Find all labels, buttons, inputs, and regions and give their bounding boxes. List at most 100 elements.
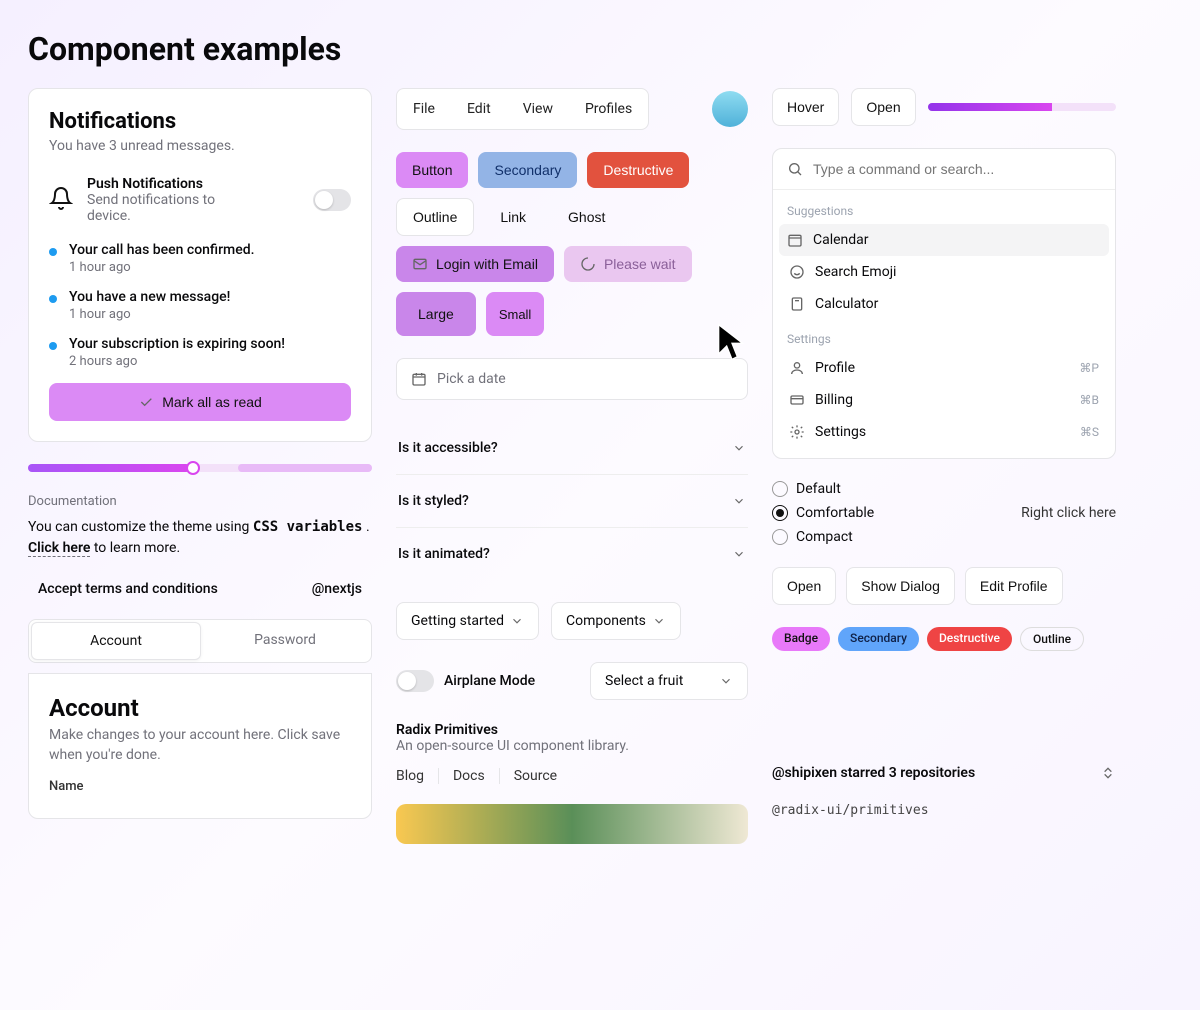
chevron-down-icon <box>732 494 746 508</box>
notification-time: 2 hours ago <box>69 354 285 369</box>
unread-dot-icon <box>49 248 57 256</box>
components-dropdown[interactable]: Components <box>551 602 681 640</box>
photo-placeholder <box>396 804 748 844</box>
button-ghost[interactable]: Ghost <box>552 198 621 236</box>
command-palette: Suggestions Calendar Search Emoji Calcul… <box>772 148 1116 459</box>
cmd-calculator[interactable]: Calculator <box>787 288 1101 320</box>
push-title: Push Notifications <box>87 176 247 192</box>
right-click-area[interactable]: Right click here <box>1021 505 1116 521</box>
account-tabs: Account Password <box>28 619 372 663</box>
chevron-down-icon <box>510 614 524 628</box>
login-mail-label: Login with Email <box>436 256 538 272</box>
radio-compact[interactable]: Compact <box>772 529 874 545</box>
open-action-button[interactable]: Open <box>772 567 836 605</box>
doc-text: You can customize the theme using <box>28 519 253 535</box>
mark-all-label: Mark all as read <box>162 394 262 410</box>
accordion-label: Is it styled? <box>398 493 469 509</box>
doc-code: CSS variables <box>253 519 363 535</box>
open-button[interactable]: Open <box>851 88 915 126</box>
doc-click-link[interactable]: Click here <box>28 540 90 557</box>
accordion-item-styled[interactable]: Is it styled? <box>396 475 748 528</box>
shortcut-label: ⌘S <box>1080 425 1099 439</box>
notification-item: Your subscription is expiring soon!2 hou… <box>49 336 351 369</box>
radix-docs-link[interactable]: Docs <box>453 768 500 784</box>
button-large[interactable]: Large <box>396 292 476 336</box>
button-destructive[interactable]: Destructive <box>587 152 689 188</box>
shortcut-label: ⌘B <box>1080 393 1099 407</box>
progress-bar <box>928 103 1116 111</box>
login-with-email-button[interactable]: Login with Email <box>396 246 554 282</box>
cmd-label: Billing <box>815 392 853 408</box>
getting-started-dropdown[interactable]: Getting started <box>396 602 539 640</box>
please-wait-button[interactable]: Please wait <box>564 246 692 282</box>
chevron-down-icon <box>732 441 746 455</box>
button-small[interactable]: Small <box>486 292 545 336</box>
notification-item: You have a new message!1 hour ago <box>49 289 351 322</box>
airplane-label: Airplane Mode <box>444 673 535 689</box>
radix-blog-link[interactable]: Blog <box>396 768 439 784</box>
cmd-profile[interactable]: Profile ⌘P <box>787 352 1101 384</box>
settings-heading: Settings <box>787 326 1101 352</box>
notification-text: Your call has been confirmed. <box>69 242 255 258</box>
doc-text: to learn more. <box>90 540 180 556</box>
push-toggle[interactable] <box>313 189 351 211</box>
cmd-calendar[interactable]: Calendar <box>779 224 1109 256</box>
button-secondary[interactable]: Secondary <box>478 152 577 188</box>
cmd-settings[interactable]: Settings ⌘S <box>787 416 1101 448</box>
hover-button[interactable]: Hover <box>772 88 839 126</box>
menu-profiles[interactable]: Profiles <box>573 93 644 125</box>
cmd-search-emoji[interactable]: Search Emoji <box>787 256 1101 288</box>
button-primary[interactable]: Button <box>396 152 468 188</box>
avatar[interactable] <box>712 91 748 127</box>
notification-text: You have a new message! <box>69 289 230 305</box>
accordion-label: Is it accessible? <box>398 440 498 456</box>
button-link[interactable]: Link <box>484 198 542 236</box>
doc-heading: Documentation <box>28 494 372 509</box>
notification-time: 1 hour ago <box>69 260 255 275</box>
user-handle[interactable]: @nextjs <box>312 581 362 597</box>
radix-title: Radix Primitives <box>396 722 748 738</box>
mark-all-read-button[interactable]: Mark all as read <box>49 383 351 421</box>
bell-icon <box>49 186 73 214</box>
chevron-down-icon <box>732 547 746 561</box>
accordion-item-accessible[interactable]: Is it accessible? <box>396 422 748 475</box>
tab-account[interactable]: Account <box>31 622 201 660</box>
radio-default[interactable]: Default <box>772 481 874 497</box>
command-input[interactable] <box>813 161 1101 177</box>
cmd-label: Settings <box>815 424 866 440</box>
dd-label: Components <box>566 613 646 629</box>
doc-text: . <box>362 519 369 535</box>
menu-view[interactable]: View <box>511 93 565 125</box>
unread-dot-icon <box>49 342 57 350</box>
chevron-down-icon <box>652 614 666 628</box>
airplane-toggle[interactable] <box>396 670 434 692</box>
edit-profile-button[interactable]: Edit Profile <box>965 567 1063 605</box>
search-icon <box>787 161 803 177</box>
notifications-subtitle: You have 3 unread messages. <box>49 138 351 154</box>
calendar-icon <box>411 371 427 387</box>
radio-label: Default <box>796 481 841 497</box>
badge-destructive: Destructive <box>927 627 1012 651</box>
gear-icon <box>789 424 805 440</box>
select-fruit[interactable]: Select a fruit <box>590 662 748 700</box>
badge-outline: Outline <box>1020 627 1084 651</box>
badge-secondary: Secondary <box>838 627 919 651</box>
accordion-item-animated[interactable]: Is it animated? <box>396 528 748 580</box>
button-outline[interactable]: Outline <box>396 198 474 236</box>
tab-password[interactable]: Password <box>201 622 369 660</box>
date-picker[interactable]: Pick a date <box>396 358 748 400</box>
show-dialog-button[interactable]: Show Dialog <box>846 567 955 605</box>
radix-subtitle: An open-source UI component library. <box>396 738 748 754</box>
cmd-billing[interactable]: Billing ⌘B <box>787 384 1101 416</box>
repo-item[interactable]: @radix-ui/primitives <box>772 803 1116 818</box>
starred-summary[interactable]: @shipixen starred 3 repositories <box>772 765 1116 781</box>
menu-edit[interactable]: Edit <box>455 93 503 125</box>
slider[interactable] <box>28 464 372 472</box>
credit-card-icon <box>789 392 805 408</box>
please-wait-label: Please wait <box>604 256 676 272</box>
calculator-icon <box>789 296 805 312</box>
menu-file[interactable]: File <box>401 93 447 125</box>
radix-source-link[interactable]: Source <box>514 768 571 784</box>
chevron-down-icon <box>719 674 733 688</box>
radio-comfortable[interactable]: Comfortable <box>772 505 874 521</box>
